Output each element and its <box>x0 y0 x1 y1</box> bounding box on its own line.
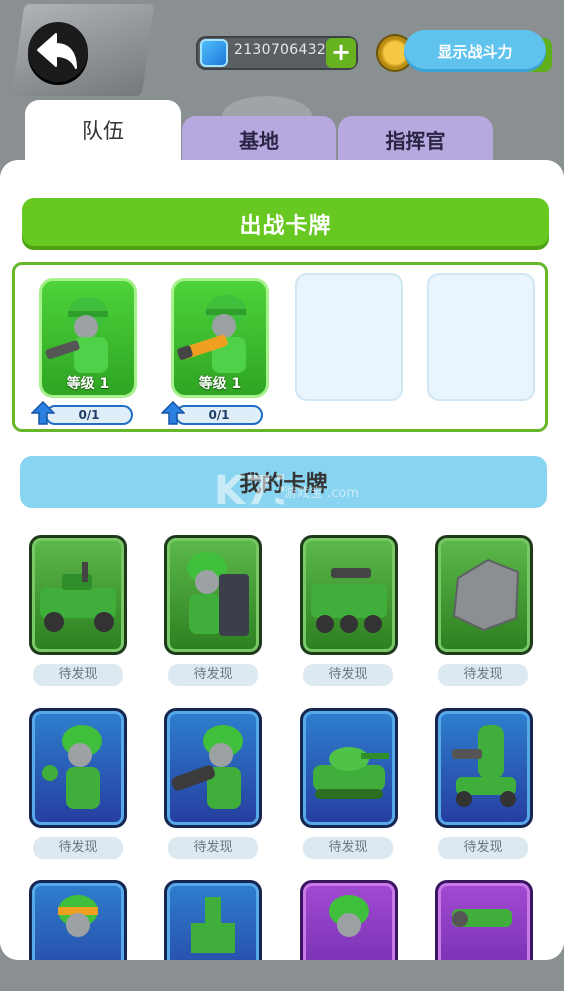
grenade-soldier-icon <box>42 725 102 809</box>
mortar-soldier-icon <box>171 725 243 809</box>
upgrade-arrow-icon <box>31 401 55 425</box>
team-panel: 出战卡牌 等级 1 等级 1 0/1 0/1 我的卡牌 K7 游戏宝 .com … <box>0 160 564 960</box>
deck-section-title: 出战卡牌 <box>22 198 549 250</box>
card-headband-soldier[interactable] <box>29 880 127 960</box>
show-power-button[interactable]: 显示战斗力 <box>404 30 546 72</box>
card-jeep-gunner[interactable] <box>29 535 127 655</box>
add-gems-button[interactable]: + <box>326 38 356 68</box>
card-status: 待发现 <box>303 837 393 859</box>
card-status: 待发现 <box>438 837 528 859</box>
jeep-icon <box>40 562 116 632</box>
shield-soldier-icon <box>187 552 249 636</box>
card-status: 待发现 <box>168 837 258 859</box>
tab-team[interactable]: 队伍 <box>25 100 181 160</box>
back-arrow-icon <box>37 33 77 69</box>
empty-deck-slot[interactable] <box>295 273 403 401</box>
deck-card-rifle-soldier[interactable]: 等级 1 <box>39 278 137 398</box>
card-mortar-soldier[interactable] <box>164 708 262 828</box>
card-tank[interactable] <box>300 708 398 828</box>
tower-icon <box>191 897 235 953</box>
rifle-soldier-icon <box>45 297 108 373</box>
card-status: 待发现 <box>438 664 528 686</box>
card-status: 待发现 <box>33 664 123 686</box>
card-tower[interactable] <box>164 880 262 960</box>
missile-truck-icon <box>311 568 387 633</box>
cannon-icon <box>452 909 512 927</box>
card-status: 待发现 <box>168 664 258 686</box>
upgrade-progress: 0/1 <box>161 401 265 425</box>
gem-icon <box>200 39 228 67</box>
card-stone-block[interactable] <box>435 535 533 655</box>
upgrade-arrow-icon <box>161 401 185 425</box>
card-helmet-soldier[interactable] <box>300 880 398 960</box>
empty-deck-slot[interactable] <box>427 273 535 401</box>
deck-card-level: 等级 1 <box>198 376 242 392</box>
turret-soldier-icon <box>452 725 516 807</box>
upgrade-progress-bar: 0/1 <box>45 405 133 425</box>
card-status: 待发现 <box>303 664 393 686</box>
back-button[interactable] <box>28 22 88 82</box>
headband-soldier-icon <box>58 895 98 937</box>
card-shield-soldier[interactable] <box>164 535 262 655</box>
tab-commander[interactable]: 指挥官 <box>338 116 493 162</box>
gem-counter: 2130706432 + <box>196 36 358 70</box>
upgrade-progress: 0/1 <box>31 401 135 425</box>
helmet-soldier-icon <box>329 895 369 937</box>
tank-icon <box>313 747 389 799</box>
gem-value: 2130706432 <box>234 42 327 58</box>
upgrade-progress-bar: 0/1 <box>175 405 263 425</box>
deck-slots: 等级 1 等级 1 0/1 0/1 <box>12 262 548 432</box>
card-missile-truck[interactable] <box>300 535 398 655</box>
card-turret-soldier[interactable] <box>435 708 533 828</box>
bazooka-soldier-icon <box>177 295 246 373</box>
tab-base[interactable]: 基地 <box>182 116 336 162</box>
deck-card-level: 等级 1 <box>66 376 110 392</box>
card-grenade-soldier[interactable] <box>29 708 127 828</box>
stone-block-icon <box>452 558 520 632</box>
collection-section-title: 我的卡牌 <box>20 456 547 508</box>
deck-card-bazooka-soldier[interactable]: 等级 1 <box>171 278 269 398</box>
card-status: 待发现 <box>33 837 123 859</box>
card-cannon[interactable] <box>435 880 533 960</box>
